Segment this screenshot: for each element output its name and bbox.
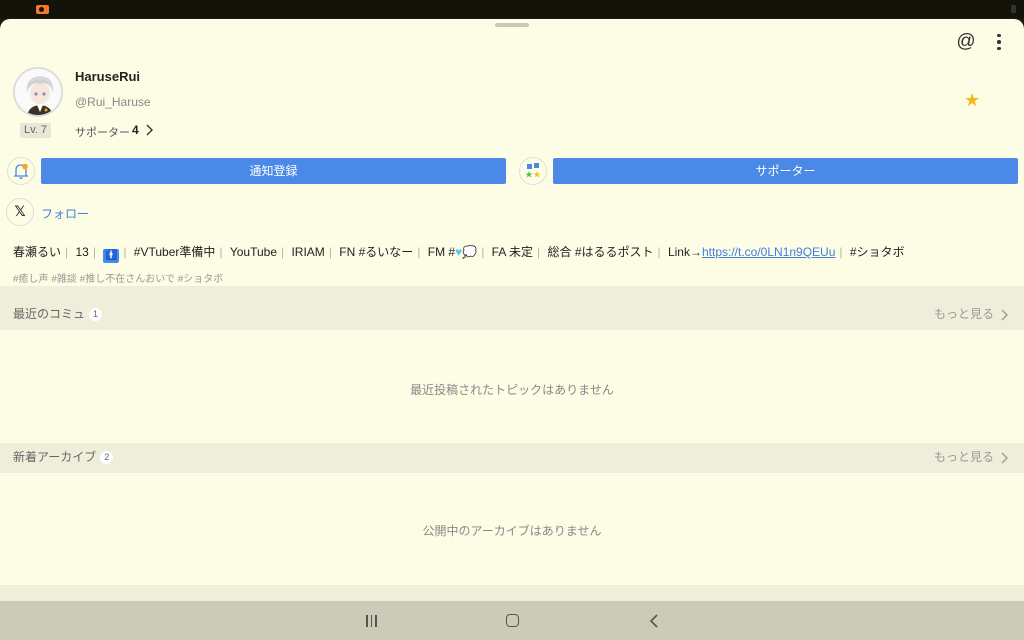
level-badge: Lv. 7	[20, 123, 52, 138]
follow-link[interactable]: フォロー	[41, 205, 89, 222]
x-follow-button[interactable]: 𝕏	[6, 198, 34, 226]
supporter-button[interactable]: サポーター	[553, 158, 1018, 184]
more-vert-icon[interactable]	[989, 31, 1009, 53]
battery-icon	[1011, 5, 1016, 13]
supporter-icon-button[interactable]	[519, 157, 547, 185]
profile-name: HaruseRui	[75, 69, 141, 84]
bio-part: 13	[75, 245, 89, 259]
system-nav-bar	[0, 601, 1024, 640]
speech-bubble-icon: 💭	[462, 245, 478, 259]
star-icon[interactable]: ★	[964, 91, 982, 109]
archives-title: 新着アーカイブ	[13, 450, 97, 464]
chevron-right-icon[interactable]	[999, 451, 1011, 465]
archives-see-more[interactable]: もっと見る	[934, 448, 994, 465]
communities-title: 最近のコミュ	[13, 307, 86, 321]
section-title: 新着アーカイブ 2	[13, 448, 114, 465]
communities-see-more[interactable]: もっと見る	[934, 305, 994, 322]
bio-part: #VTuber準備中	[133, 245, 216, 259]
bell-icon	[13, 163, 29, 179]
supporter-count[interactable]: 4	[132, 123, 139, 137]
bio-part: FN #るいなー	[339, 245, 414, 259]
communities-empty-message: 最近投稿されたトピックはありません	[410, 383, 614, 397]
bio-link[interactable]: https://t.co/0LN1n9QEUu	[702, 245, 835, 259]
nav-home-icon[interactable]	[506, 614, 519, 627]
profile-tags[interactable]: #癒し声 #雑談 #推し不在さんおいで #ショタボ	[13, 270, 223, 285]
archives-section-header: 新着アーカイブ 2 もっと見る	[0, 443, 1024, 473]
communities-section-header: 最近のコミュ 1 もっと見る	[0, 286, 1024, 330]
section-divider	[0, 585, 1024, 601]
bio-link-prefix: Link→	[667, 245, 702, 259]
section-count-badge: 1	[89, 308, 103, 321]
chevron-right-icon[interactable]	[999, 308, 1011, 322]
bio-part: FA 未定	[491, 245, 534, 259]
section-count-badge: 2	[100, 451, 114, 464]
notify-button[interactable]: 通知登録	[41, 158, 506, 184]
record-icon	[36, 5, 49, 14]
profile-sheet: @ Lv. 7 HaruseRui @Rui_Haruse サポーター 4 ★ …	[0, 19, 1024, 601]
bio-tail-tag[interactable]: #ショタボ	[850, 245, 905, 259]
bio-part: 🚹	[103, 249, 120, 263]
supporter-label[interactable]: サポーター	[75, 124, 130, 140]
archives-empty-message: 公開中のアーカイブはありません	[422, 524, 602, 538]
profile-handle: @Rui_Haruse	[75, 95, 151, 109]
bell-button[interactable]	[7, 157, 35, 185]
drag-handle[interactable]	[495, 23, 529, 27]
bio-part: YouTube	[229, 245, 277, 259]
supporter-icon	[525, 163, 541, 178]
status-bar	[0, 0, 1024, 18]
x-logo-icon: 𝕏	[14, 204, 26, 220]
bio-part: FM #	[427, 245, 456, 259]
at-icon[interactable]: @	[955, 31, 977, 53]
nav-back-icon[interactable]	[647, 613, 661, 629]
bio-part: 総合 #はるるポスト	[547, 245, 654, 259]
bio-text: 春瀬るい | 13 | 🚹 | #VTuber準備中 | YouTube | IRIAM |…	[13, 245, 905, 263]
bio-part: 春瀬るい	[13, 245, 62, 259]
avatar[interactable]	[13, 67, 63, 117]
nav-recents-icon[interactable]	[366, 615, 378, 627]
bio-part: IRIAM	[291, 245, 325, 259]
chevron-right-icon[interactable]	[143, 123, 157, 137]
section-title: 最近のコミュ 1	[13, 305, 103, 322]
